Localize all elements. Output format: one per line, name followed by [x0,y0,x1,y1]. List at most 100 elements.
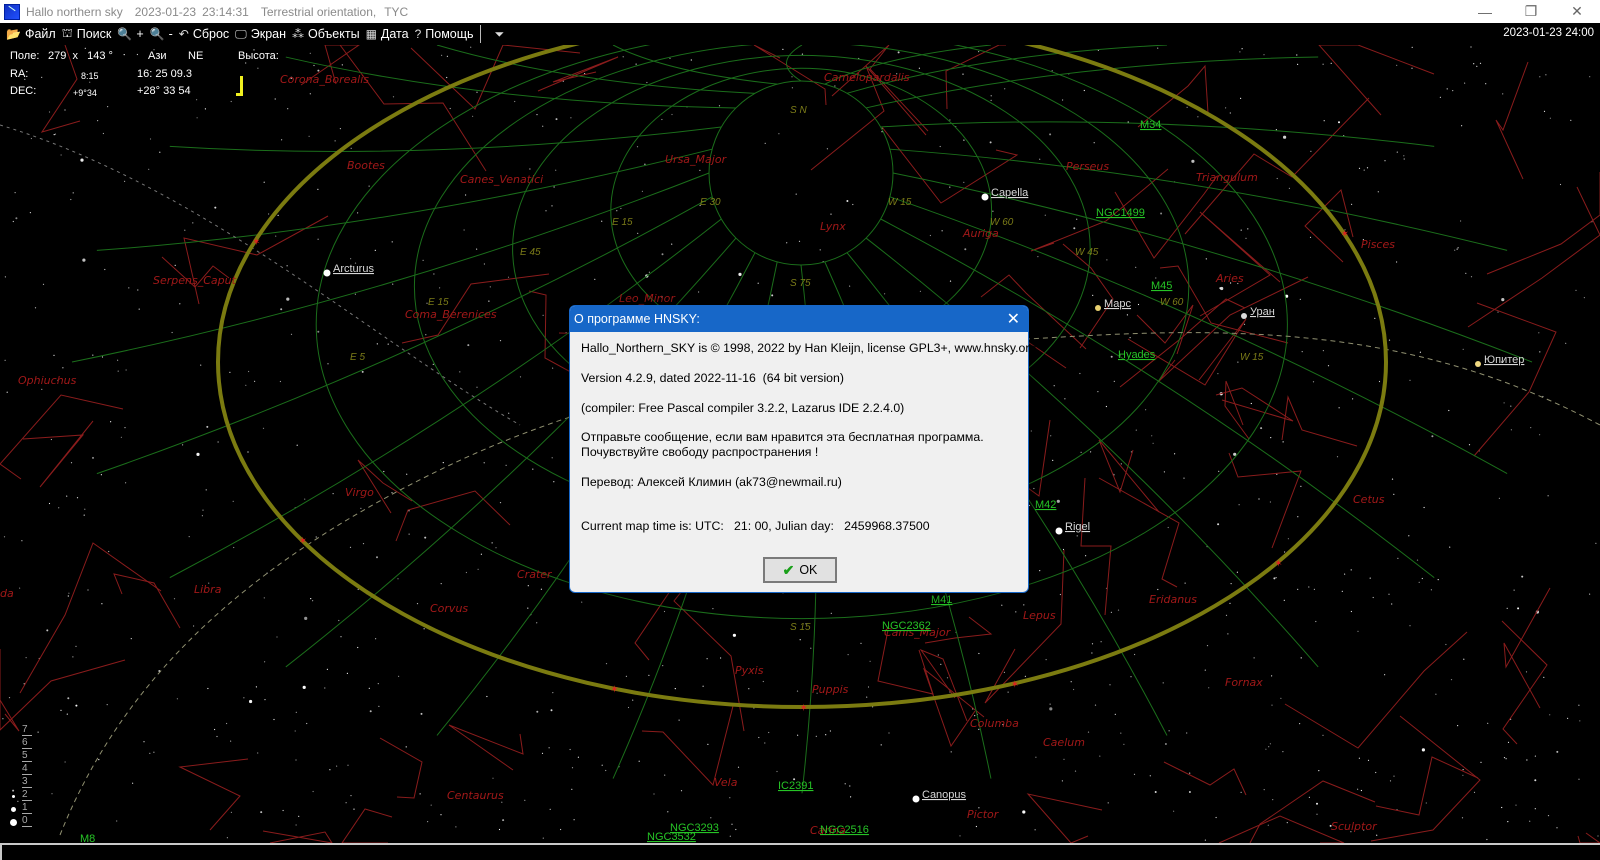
star-dot [1377,191,1379,193]
star-dot [309,93,311,95]
search-button[interactable]: ⛫ Поиск [62,26,112,42]
star-dot [731,823,733,825]
minimize-icon[interactable]: — [1462,0,1508,23]
objects-menu[interactable]: ⁂ Объекты [292,27,360,41]
close-icon[interactable]: ✕ [1554,0,1600,23]
star-dot [317,330,320,333]
star-dot [273,718,275,721]
date-menu[interactable]: ▦ Дата [366,27,409,41]
star-dot [1374,317,1376,319]
star-dot [1033,487,1035,490]
deep-sky-label[interactable]: IC2391 [778,780,813,792]
star-dot [1479,62,1482,64]
deep-sky-label[interactable]: M42 [1035,499,1056,511]
star-label[interactable]: Capella [991,187,1029,199]
star-dot [888,732,890,734]
star-dot [298,815,300,817]
star-dot [791,87,794,89]
restore-icon[interactable]: ❐ [1508,0,1554,23]
star-dot [1468,444,1471,446]
star-dot [1275,577,1277,579]
star-dot [1589,76,1591,78]
star-dot [502,819,505,822]
constellation-line [113,573,181,629]
star-dot [1411,46,1413,48]
planet-label[interactable]: Юпитер [1484,354,1524,366]
screen-menu[interactable]: 🖵 Экран [235,27,286,42]
deep-sky-label[interactable]: M41 [931,594,952,606]
star-dot [661,118,663,121]
constellation-line [262,830,333,843]
star-dot [846,200,849,202]
deep-sky-label[interactable]: Hyades [1118,349,1156,361]
star-dot [486,695,488,698]
zoom-in-button[interactable]: 🔍 + [117,27,143,41]
star-dot [296,444,298,446]
star-dot [1100,641,1102,643]
star-dot [1411,67,1413,69]
star-dot [1543,676,1545,679]
star-dot [1579,720,1581,722]
star-dot [294,730,296,732]
constellation-line [0,659,126,731]
constellation-line [0,394,124,480]
star-dot [1197,116,1199,118]
deep-sky-label[interactable]: M34 [1140,119,1161,131]
star-dot [1227,633,1229,635]
ok-button[interactable]: ✔ OK [763,557,837,583]
star-dot [53,354,55,356]
help-menu[interactable]: ? Помощь [415,27,474,41]
star-dot [1091,643,1094,645]
star-dot [826,148,829,150]
constellation-label: da [0,587,14,600]
star-dot [737,766,740,768]
star-dot [992,210,994,212]
deep-sky-label[interactable]: NGC1499 [1096,207,1145,219]
star-dot [849,285,851,287]
constellation-line [1249,780,1376,843]
azimuth-line [169,126,722,152]
star-dot [247,451,249,453]
close-icon[interactable]: ✕ [1007,309,1020,329]
file-menu[interactable]: 📂 Файл [6,27,56,41]
reset-label: Сброс [192,27,230,41]
deep-sky-label[interactable]: M45 [1151,280,1172,292]
constellation-line [537,56,619,92]
star-dot [340,636,342,638]
star-dot [1034,829,1036,831]
star-dot [1322,734,1324,736]
star-dot [1022,810,1026,814]
star-label[interactable]: Rigel [1065,521,1090,533]
constellation-line [877,629,934,695]
star-dot [87,589,89,591]
planet-label[interactable]: Марс [1104,298,1132,310]
star-dot [1056,499,1060,503]
deep-sky-label[interactable]: NGC2516 [820,824,869,836]
deep-sky-label[interactable]: NGC2362 [882,620,931,632]
star-dot [1310,150,1312,152]
star-dot [795,193,797,195]
star-dot [529,168,531,170]
star-dot [555,118,558,121]
star-dot [327,363,329,365]
planet-label[interactable]: Уран [1250,306,1275,318]
star-label[interactable]: Arcturus [333,263,374,275]
star-dot [353,808,355,810]
star-dot [990,95,992,97]
toolbar-overflow-button[interactable]: ⏷ [495,27,505,42]
star-dot [46,629,49,632]
constellation-line [1098,477,1180,588]
deep-sky-label[interactable]: M8 [80,833,95,843]
star-dot [439,287,441,289]
star-dot [1505,758,1507,760]
deep-sky-label[interactable]: NGC3532 [647,831,696,843]
reset-button[interactable]: ↶ Сброс [179,27,229,41]
star-dot [1129,337,1131,339]
star-dot [1273,577,1276,580]
star-dot [326,668,328,671]
zoom-out-button[interactable]: 🔍 - [150,27,173,41]
star-dot [248,370,250,373]
star-label[interactable]: Canopus [922,789,967,801]
star-dot [173,598,176,600]
constellation-label: Lynx [820,220,846,233]
